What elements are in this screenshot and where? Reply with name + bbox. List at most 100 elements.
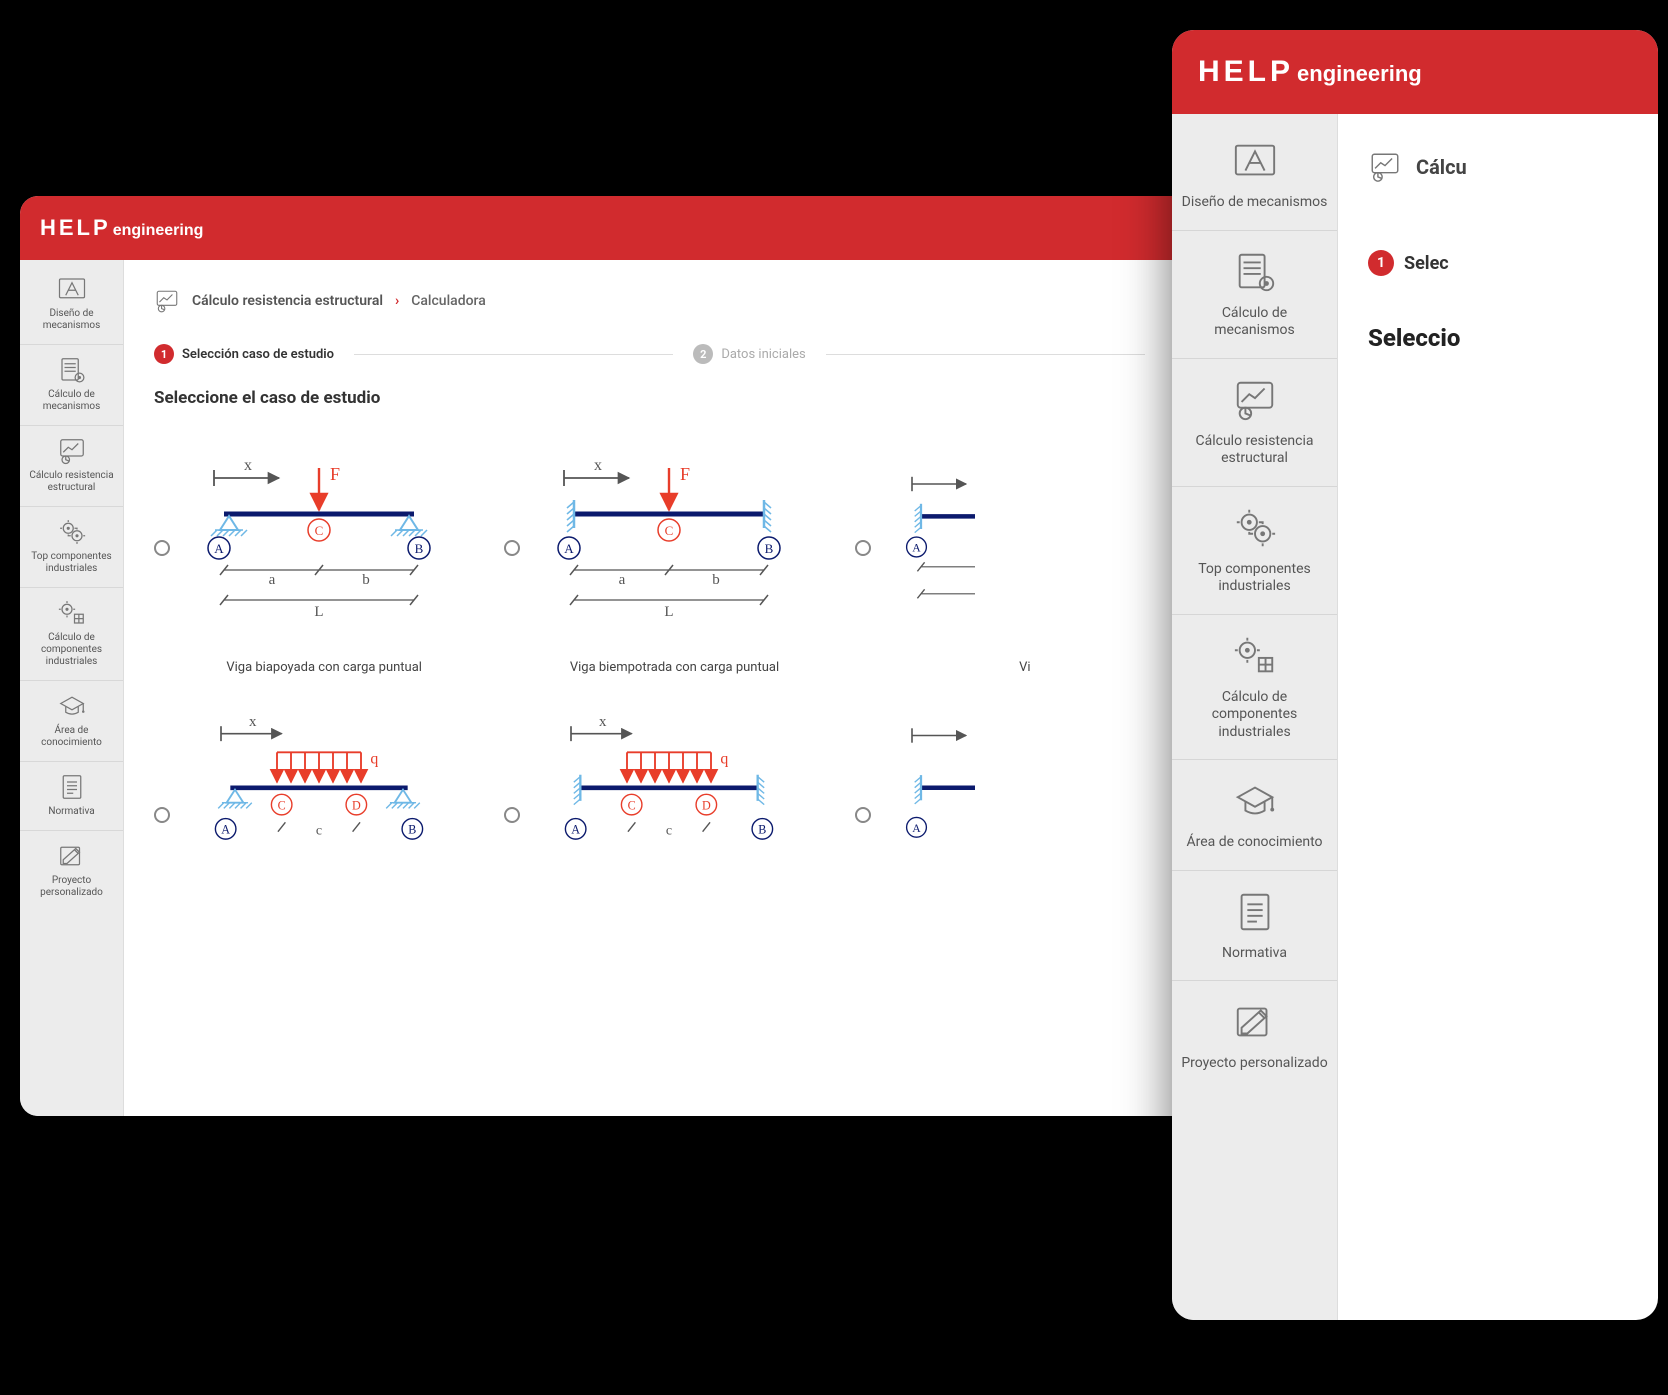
sidebar-item-calculo-mecanismos[interactable]: Cálculo de mecanismos	[20, 345, 123, 426]
svg-text:B: B	[415, 541, 424, 556]
sidebar-item-label: Cálculo de mecanismos	[1180, 305, 1329, 340]
brand-eng: engineering	[113, 222, 204, 239]
radio-input[interactable]	[504, 540, 520, 556]
compass-icon	[1232, 138, 1278, 184]
sidebar-item-label: Normativa	[24, 806, 119, 818]
svg-text:L: L	[665, 604, 674, 620]
case-caption: Vi	[885, 660, 1165, 675]
chart-icon	[57, 436, 87, 466]
step-line	[826, 354, 1145, 355]
chart-icon	[154, 288, 180, 314]
brand-logo: HELPengineering	[40, 215, 203, 241]
sidebar-item-proyecto-personalizado[interactable]: Proyecto personalizado	[1172, 981, 1337, 1091]
svg-text:B: B	[759, 823, 767, 837]
document-icon	[57, 772, 87, 802]
document-icon	[1232, 889, 1278, 935]
radio-input[interactable]	[504, 807, 520, 823]
step-label: Datos iniciales	[721, 347, 805, 362]
sidebar-item-top-componentes[interactable]: Top componentes industriales	[20, 507, 123, 588]
case-option[interactable]: x q	[154, 715, 464, 859]
svg-text:x: x	[599, 715, 607, 730]
chart-icon	[1232, 377, 1278, 423]
chevron-right-icon: ›	[395, 293, 399, 309]
case-option[interactable]: x F A C	[154, 448, 464, 675]
gears-icon	[1232, 505, 1278, 551]
breadcrumb: Cálculo resistencia estructural › Calcul…	[154, 288, 1165, 314]
sidebar-item-resistencia-estructural[interactable]: Cálculo resistencia estructural	[1172, 359, 1337, 487]
step-1[interactable]: 1 Selec	[1368, 250, 1658, 276]
breadcrumb-current: Calculadora	[411, 293, 486, 309]
case-caption: Viga biapoyada con carga puntual	[184, 660, 464, 675]
case-option[interactable]: A Vi	[855, 448, 1165, 675]
svg-text:L: L	[314, 604, 323, 620]
sidebar-item-label: Diseño de mecanismos	[24, 308, 119, 332]
breadcrumb-parent[interactable]: Cálcu	[1416, 155, 1467, 179]
radio-input[interactable]	[855, 807, 871, 823]
sidebar-item-area-conocimiento[interactable]: Área de conocimiento	[1172, 760, 1337, 871]
sidebar-item-area-conocimiento[interactable]: Área de conocimiento	[20, 681, 123, 762]
sidebar-item-label: Cálculo resistencia estructural	[24, 470, 119, 494]
case-option[interactable]: A	[855, 715, 1165, 859]
step-2[interactable]: 2 Datos iniciales	[693, 344, 805, 364]
sidebar-item-diseno-mecanismos[interactable]: Diseño de mecanismos	[1172, 120, 1337, 231]
case-caption: Viga biempotrada con carga puntual	[534, 660, 814, 675]
app-window-overlay: HELPengineering Diseño de mecanismos Cál…	[1172, 30, 1658, 1320]
svg-text:A: A	[221, 823, 230, 837]
sidebar-item-label: Cálculo de mecanismos	[24, 389, 119, 413]
radio-input[interactable]	[154, 540, 170, 556]
svg-text:b: b	[362, 572, 370, 588]
brand-eng: engineering	[1297, 61, 1422, 86]
calc-gear-icon	[1232, 249, 1278, 295]
graduation-icon	[57, 691, 87, 721]
section-title: Seleccione el caso de estudio	[154, 388, 1165, 408]
header-bar: HELPengineering	[20, 196, 1195, 260]
sidebar-item-normativa[interactable]: Normativa	[20, 762, 123, 831]
sidebar-item-normativa[interactable]: Normativa	[1172, 871, 1337, 982]
case-option[interactable]: x F A C B	[504, 448, 814, 675]
sidebar-item-label: Diseño de mecanismos	[1180, 194, 1329, 212]
gear-grid-icon	[1232, 633, 1278, 679]
radio-input[interactable]	[855, 540, 871, 556]
sidebar-item-top-componentes[interactable]: Top componentes industriales	[1172, 487, 1337, 615]
svg-text:A: A	[565, 541, 575, 556]
sidebar: Diseño de mecanismos Cálculo de mecanism…	[1172, 114, 1338, 1320]
svg-text:c: c	[666, 823, 672, 838]
step-number: 1	[154, 344, 174, 364]
sidebar-item-calculo-componentes[interactable]: Cálculo de componentes industriales	[1172, 615, 1337, 761]
sidebar: Diseño de mecanismos Cálculo de mecanism…	[20, 260, 124, 1116]
radio-input[interactable]	[154, 807, 170, 823]
svg-text:C: C	[628, 798, 636, 812]
case-option[interactable]: x q	[504, 715, 814, 859]
sidebar-item-label: Área de conocimiento	[24, 725, 119, 749]
beam-diagram-biapoyada-puntual: x F A C	[184, 448, 454, 628]
gear-grid-icon	[57, 598, 87, 628]
step-label: Selec	[1404, 253, 1449, 274]
svg-text:b: b	[713, 572, 721, 588]
sidebar-item-label: Proyecto personalizado	[24, 875, 119, 899]
sidebar-item-calculo-componentes[interactable]: Cálculo de componentes industriales	[20, 588, 123, 681]
breadcrumb: Cálcu	[1368, 150, 1658, 184]
brand-help: HELP	[1198, 55, 1294, 88]
beam-diagram-biempotrada-distribuida: x q	[534, 715, 804, 855]
pencil-doc-icon	[57, 841, 87, 871]
sidebar-item-diseno-mecanismos[interactable]: Diseño de mecanismos	[20, 264, 123, 345]
svg-text:A: A	[912, 822, 921, 835]
sidebar-item-resistencia-estructural[interactable]: Cálculo resistencia estructural	[20, 426, 123, 507]
svg-text:q: q	[721, 751, 729, 768]
svg-text:c: c	[316, 823, 322, 838]
sidebar-item-label: Normativa	[1180, 945, 1329, 963]
sidebar-item-proyecto-personalizado[interactable]: Proyecto personalizado	[20, 831, 123, 911]
stepper: 1 Selección caso de estudio 2 Datos inic…	[154, 344, 1165, 364]
beam-diagram-partial: A	[885, 448, 975, 628]
sidebar-item-calculo-mecanismos[interactable]: Cálculo de mecanismos	[1172, 231, 1337, 359]
svg-text:A: A	[214, 541, 224, 556]
svg-text:x: x	[249, 715, 257, 730]
beam-diagram-biempotrada-puntual: x F A C B	[534, 448, 804, 628]
step-1[interactable]: 1 Selección caso de estudio	[154, 344, 334, 364]
compass-icon	[57, 274, 87, 304]
step-line	[354, 354, 673, 355]
breadcrumb-parent[interactable]: Cálculo resistencia estructural	[192, 293, 383, 309]
svg-text:D: D	[702, 798, 711, 812]
graduation-icon	[1232, 778, 1278, 824]
brand-help: HELP	[40, 215, 111, 240]
